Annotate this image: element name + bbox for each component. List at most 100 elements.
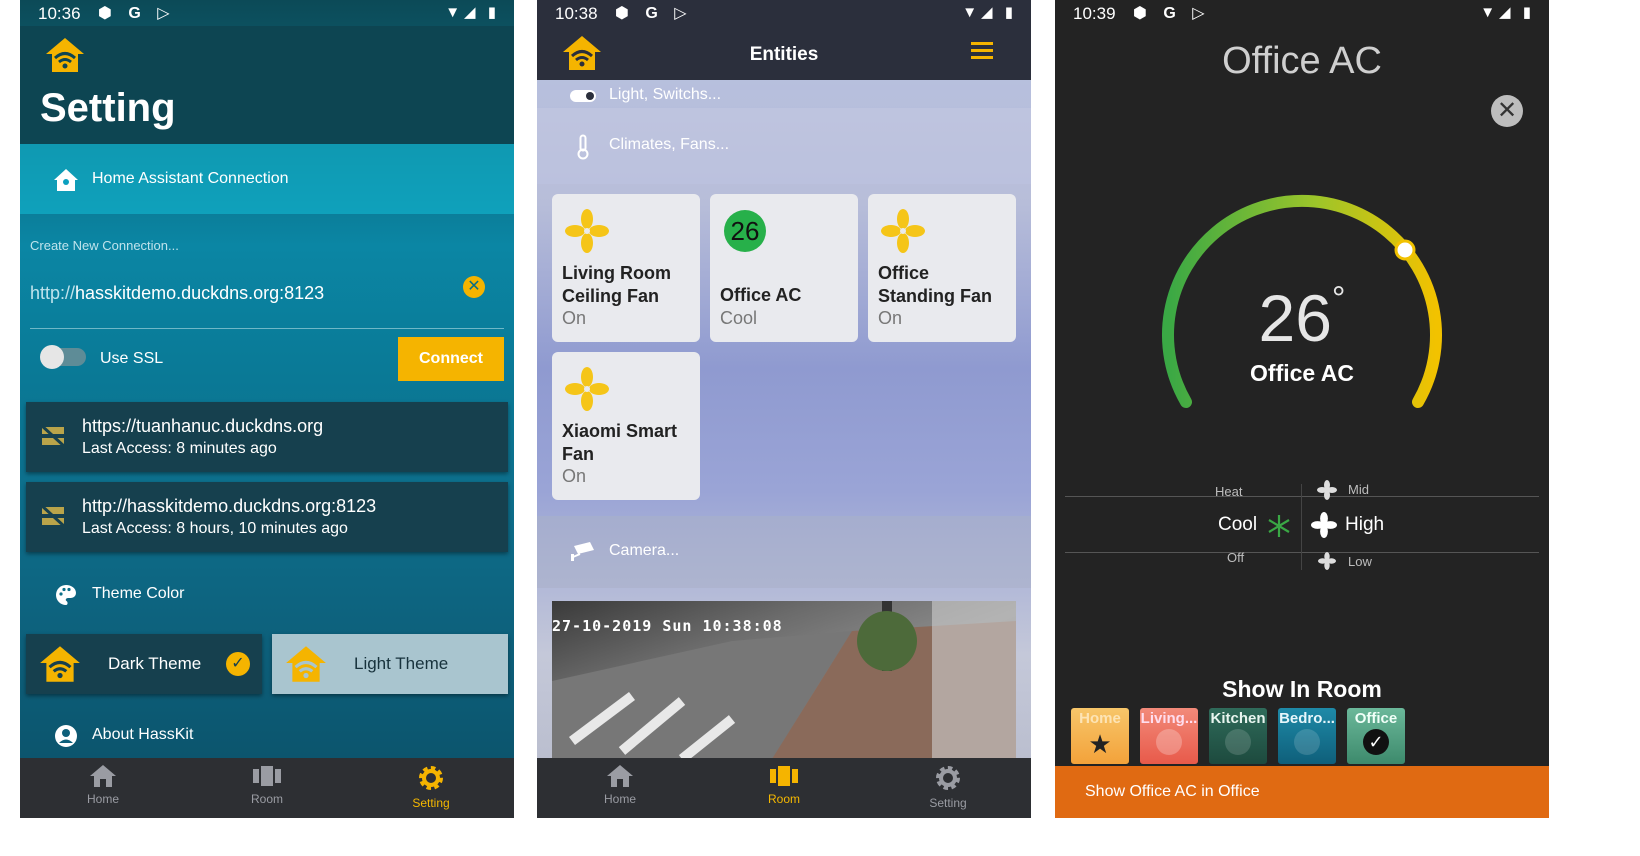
url-input[interactable]: http://hasskitdemo.duckdns.org:8123 (30, 283, 470, 304)
dial-device-name: Office AC (1250, 360, 1354, 386)
mode-option-heat[interactable]: Heat (1215, 484, 1242, 499)
entity-tile[interactable]: Xiaomi Smart Fan On (552, 352, 700, 500)
status-bar: 10:39 ⬢ G ▷ ▼◢ ▮ (1055, 0, 1549, 26)
app-header: Setting (20, 26, 514, 144)
account-circle-icon (55, 725, 77, 747)
picker-divider (1065, 496, 1539, 497)
nav-home-label: Home (86, 792, 119, 806)
page-title: Entities (749, 44, 819, 65)
fan-option-low[interactable]: Low (1348, 554, 1372, 569)
tile-state: On (878, 308, 903, 328)
url-protocol: http:// (30, 283, 76, 303)
room-chip-bedroom[interactable]: Bedro... (1278, 708, 1336, 764)
light-theme-button[interactable]: Light Theme (272, 634, 508, 694)
star-icon: ★ (1088, 729, 1112, 759)
check-icon: ✓ (226, 652, 250, 676)
connection-access: Last Access: 8 hours, 10 minutes ago (82, 520, 348, 537)
fan-icon (881, 209, 925, 253)
camera-feed[interactable]: 27-10-2019 Sun 10:38:08 (552, 601, 1016, 759)
saved-connection-1[interactable]: https://tuanhanuc.duckdns.org Last Acces… (26, 402, 508, 472)
server-off-icon (40, 504, 66, 528)
notification-icons: ⬢ G ▷ (98, 5, 176, 22)
light-theme-label: Light Theme (354, 654, 449, 673)
nav-room-label: Room (250, 792, 283, 806)
tile-name: Office Standing Fan (878, 263, 992, 306)
ha-connection-label: Home Assistant Connection (92, 170, 289, 187)
url-underline (30, 328, 504, 329)
thermometer-icon (577, 134, 589, 160)
hasskit-logo-icon (40, 646, 80, 682)
server-off-icon (40, 424, 66, 448)
nav-home[interactable]: Home (570, 764, 670, 806)
nav-room-label: Room (767, 792, 800, 806)
climate-detail-screen: 10:39 ⬢ G ▷ ▼◢ ▮ Office AC ✕ 26° Office … (1055, 0, 1549, 818)
check-icon (1156, 729, 1182, 755)
status-bar: 10:38 ⬢ G ▷ ▼◢ ▮ (537, 0, 1031, 26)
home-assistant-icon (54, 169, 78, 191)
bottom-nav: Home Room Setting (537, 758, 1031, 818)
mode-option-cool[interactable]: Cool (1218, 514, 1257, 536)
tile-name: Office AC (720, 285, 802, 305)
connection-access: Last Access: 8 minutes ago (82, 440, 277, 457)
section-climates-label: Climates, Fans... (609, 136, 730, 153)
check-icon (1294, 729, 1320, 755)
tile-state: On (562, 308, 587, 328)
room-chip-office[interactable]: Office ✓ (1347, 708, 1405, 764)
show-in-room-title: Show In Room (1222, 676, 1382, 702)
fan-option-high[interactable]: High (1345, 514, 1384, 536)
camera-timestamp: 27-10-2019 Sun 10:38:08 (552, 617, 783, 635)
close-icon[interactable]: ✕ (1491, 95, 1523, 127)
room-chip-kitchen[interactable]: Kitchen (1209, 708, 1267, 764)
nav-room[interactable]: Room (734, 764, 834, 806)
page-title: Setting (40, 86, 176, 130)
saved-connection-2[interactable]: http://hasskitdemo.duckdns.org:8123 Last… (26, 482, 508, 552)
entity-tile[interactable]: 26 Office AC Cool (710, 194, 858, 342)
about-row[interactable]: About HassKit (20, 712, 514, 758)
section-camera[interactable]: Camera... (537, 516, 1031, 588)
signal-battery-icons: ▼◢ ▮ (445, 4, 500, 21)
check-icon (1225, 729, 1251, 755)
device-title: Office AC (1222, 40, 1382, 82)
dial-handle (1394, 239, 1416, 261)
fan-icon (565, 367, 609, 411)
fan-icon (565, 209, 609, 253)
room-chip-living[interactable]: Living... (1140, 708, 1198, 764)
status-bar: 10:36 ⬢ G ▷ ▼◢ ▮ (20, 0, 514, 26)
nav-home[interactable]: Home (53, 764, 153, 806)
section-climates[interactable]: Climates, Fans... (537, 108, 1031, 184)
check-icon: ✓ (1363, 729, 1389, 755)
room-chip-home[interactable]: Home ★ (1071, 708, 1129, 764)
ha-connection-row[interactable]: Home Assistant Connection (20, 144, 514, 214)
connection-url: https://tuanhanuc.duckdns.org (82, 416, 324, 436)
status-time: 10:39 (1073, 4, 1116, 23)
nav-setting[interactable]: Setting (381, 764, 481, 810)
signal-battery-icons: ▼◢ ▮ (962, 4, 1017, 21)
snackbar-text: Show Office AC in Office (1085, 783, 1260, 800)
toggle-icon (570, 90, 596, 102)
nav-room[interactable]: Room (217, 764, 317, 806)
url-host: hasskitdemo.duckdns.org:8123 (75, 283, 325, 303)
tile-state: Cool (720, 308, 758, 328)
fan-option-mid[interactable]: Mid (1348, 482, 1369, 497)
connect-button[interactable]: Connect (398, 337, 504, 381)
theme-color-label: Theme Color (92, 585, 185, 602)
ssl-label: Use SSL (100, 350, 164, 367)
status-time: 10:38 (555, 4, 598, 23)
snowflake-icon (1268, 515, 1290, 537)
ssl-toggle[interactable] (40, 345, 86, 369)
section-lights[interactable]: Light, Switchs... (537, 80, 1031, 108)
room-icon (770, 766, 798, 786)
nav-home-label: Home (603, 792, 636, 806)
section-camera-label: Camera... (609, 542, 680, 559)
entity-tile[interactable]: Living Room Ceiling Fan On (552, 194, 700, 342)
tile-state: On (562, 466, 587, 486)
temperature-badge: 26 (724, 210, 766, 252)
nav-setting[interactable]: Setting (898, 764, 998, 810)
clear-url-icon[interactable]: ✕ (463, 276, 485, 298)
entity-tile[interactable]: Office Standing Fan On (868, 194, 1016, 342)
dark-theme-button[interactable]: Dark Theme ✓ (26, 634, 262, 694)
mode-option-off[interactable]: Off (1227, 550, 1244, 565)
picker-separator (1301, 484, 1302, 570)
fan-icon (1317, 480, 1337, 500)
tile-name: Living Room Ceiling Fan (562, 263, 671, 306)
